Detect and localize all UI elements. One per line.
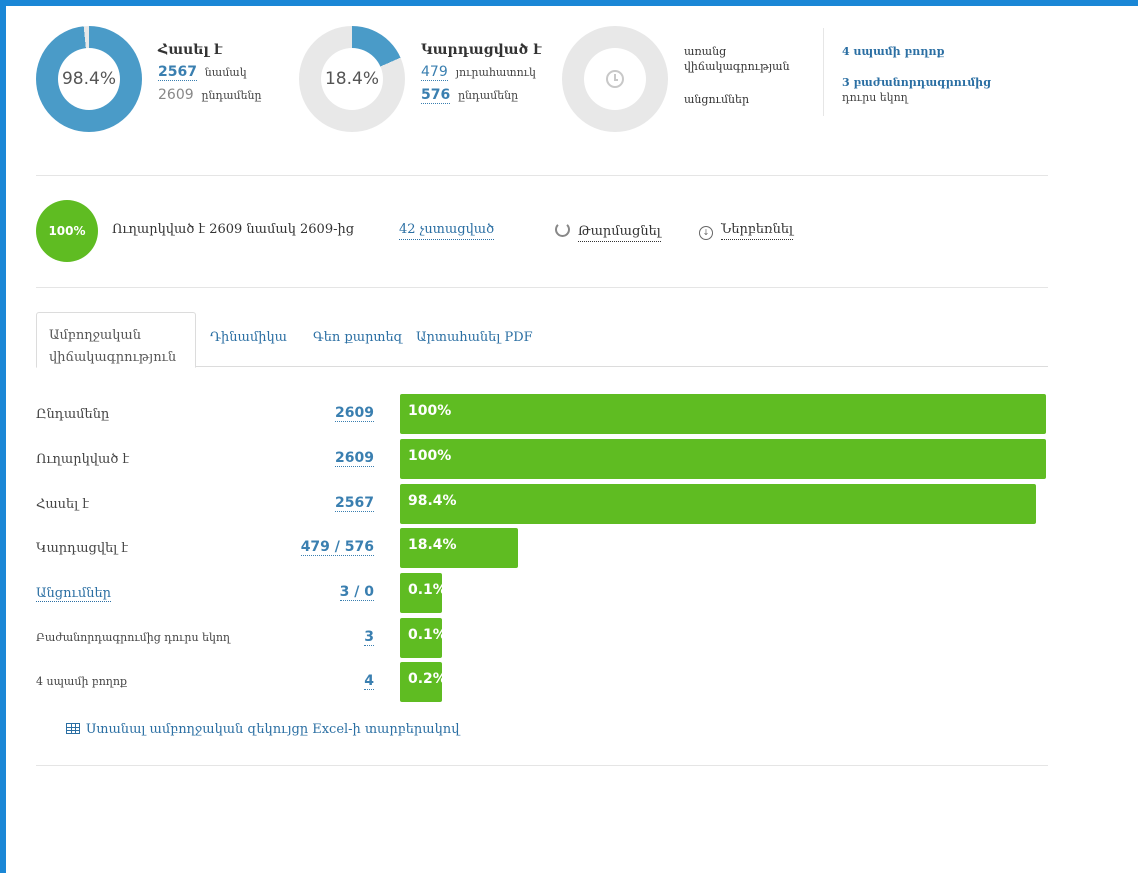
download-label[interactable]: Ներբեռնել — [721, 222, 793, 240]
download-icon: ↓ — [699, 226, 713, 240]
table-row-value-link[interactable]: 4 — [364, 673, 374, 690]
table-row-bar: 0.1% — [400, 618, 442, 658]
pending-label-line2: վիճակագրության — [684, 60, 790, 73]
opened-count-link[interactable]: 2567 — [158, 64, 197, 81]
read-stats: Կարդացված է 479 յուրահատուկ 576 ընդամենը — [421, 42, 542, 110]
not-received-link[interactable]: 42 չստացված — [399, 222, 495, 240]
table-row-label[interactable]: Անցումներ — [36, 586, 112, 602]
table-row-bar-label: 98.4% — [408, 493, 457, 509]
pending-stats: առանց վիճակագրության անցումներ — [684, 44, 790, 107]
table-row: Հասել է 2567 98.4% — [36, 484, 1048, 524]
table-row: Կարդացվել է 479 / 576 18.4% — [36, 528, 1048, 568]
read-unique-link[interactable]: 479 — [421, 64, 448, 81]
table-row-bar: 0.1% — [400, 573, 442, 613]
download-button[interactable]: ↓ Ներբեռնել — [699, 222, 793, 240]
divider-bottom — [36, 765, 1048, 766]
table-row-label: Բաժանորդագրումից դուրս եկող — [36, 631, 231, 644]
table-row-label: Կարդացվել է — [36, 541, 128, 556]
tab-dynamics[interactable]: Դինամիկա — [210, 330, 287, 345]
divider-middle — [36, 287, 1048, 288]
opened-donut-chart: 98.4% — [36, 26, 142, 132]
opened-title: Հասել է — [158, 42, 223, 58]
table-row-value-link[interactable]: 2609 — [335, 405, 374, 422]
window-frame-top — [0, 0, 1138, 6]
divider-top — [36, 175, 1048, 176]
refresh-button[interactable]: Թարմացնել — [555, 222, 661, 242]
sent-status-text: Ուղարկված է 2609 նամակ 2609-ից — [112, 222, 355, 237]
table-row-value-link[interactable]: 3 / 0 — [339, 584, 374, 601]
table-icon — [66, 723, 80, 734]
table-row-value-link[interactable]: 2567 — [335, 495, 374, 512]
pending-donut-chart — [562, 26, 668, 132]
pending-label-line3: անցումներ — [684, 93, 750, 106]
stats-divider — [823, 28, 824, 116]
unsubscribed-sub-label: դուրս եկող — [842, 91, 908, 104]
read-donut-percent: 18.4% — [321, 48, 383, 110]
not-received-link-label[interactable]: 42 չստացված — [399, 222, 495, 240]
tab-export-pdf[interactable]: Արտահանել PDF — [416, 330, 533, 345]
opened-total-value: 2609 — [158, 87, 194, 103]
window-frame-left — [0, 0, 6, 873]
table-row-bar: 0.2% — [400, 662, 442, 702]
table-row: 4 սպամի բողոք 4 0.2% — [36, 662, 1048, 702]
pending-label-line1: առանց — [684, 45, 727, 58]
table-row-value-link[interactable]: 3 — [364, 629, 374, 646]
table-row-bar-label: 0.1% — [408, 627, 442, 643]
table-row: Բաժանորդագրումից դուրս եկող 3 0.1% — [36, 618, 1048, 658]
opened-line2: 2609 ընդամենը — [158, 87, 262, 104]
read-total-label: ընդամենը — [458, 89, 519, 102]
read-total-link[interactable]: 576 — [421, 87, 451, 104]
table-row-bar: 100% — [400, 439, 1046, 479]
tab-full-statistics-line1: Ամբողջական — [49, 328, 142, 343]
refresh-icon — [555, 222, 570, 237]
tab-full-statistics[interactable]: Ամբողջական վիճակագրություն — [36, 312, 196, 368]
table-row-bar: 98.4% — [400, 484, 1036, 524]
tab-geo-map[interactable]: Գեո քարտեզ — [313, 330, 403, 345]
read-line1: 479 յուրահատուկ — [421, 64, 542, 81]
clock-icon — [606, 70, 624, 88]
tab-full-statistics-line2: վիճակագրություն — [49, 350, 177, 365]
opened-total-label: ընդամենը — [201, 89, 262, 102]
pending-donut-center — [584, 48, 646, 110]
table-row-label: Ընդամենը — [36, 407, 110, 422]
table-row-label: 4 սպամի բողոք — [36, 675, 127, 688]
table-row-bar-label: 18.4% — [408, 537, 457, 553]
table-row-label: Հասել է — [36, 497, 89, 512]
read-unique-label: յուրահատուկ — [455, 66, 536, 79]
table-row: Անցումներ 3 / 0 0.1% — [36, 573, 1048, 613]
table-row-bar-label: 0.2% — [408, 671, 442, 687]
opened-stats: Հասել է 2567 նամակ 2609 ընդամենը — [158, 42, 262, 110]
spam-complaints-link[interactable]: 4 սպամի բողոք — [842, 44, 991, 59]
opened-donut-percent: 98.4% — [58, 48, 120, 110]
table-row-bar: 100% — [400, 394, 1046, 434]
table-row-bar-label: 100% — [408, 448, 452, 464]
table-row-label: Ուղարկված է — [36, 452, 130, 467]
excel-report-link[interactable]: Ստանալ ամբողջական զեկույցը Excel-ի տարբե… — [66, 722, 459, 737]
read-donut-chart: 18.4% — [299, 26, 405, 132]
refresh-label[interactable]: Թարմացնել — [578, 224, 661, 242]
table-row-value-link[interactable]: 2609 — [335, 450, 374, 467]
table-row-value-link[interactable]: 479 / 576 — [300, 539, 374, 556]
excel-report-label[interactable]: Ստանալ ամբողջական զեկույցը Excel-ի տարբե… — [86, 722, 459, 737]
sent-progress-circle: 100% — [36, 200, 98, 262]
opened-line1: 2567 նամակ — [158, 64, 262, 81]
read-title: Կարդացված է — [421, 42, 542, 58]
table-row: Ուղարկված է 2609 100% — [36, 439, 1048, 479]
table-row-bar-label: 0.1% — [408, 582, 442, 598]
side-links: 4 սպամի բողոք 3 բաժանորդագրումից դուրս ե… — [842, 44, 991, 105]
read-line2: 576 ընդամենը — [421, 87, 542, 104]
table-row-bar: 18.4% — [400, 528, 518, 568]
opened-count-label: նամակ — [204, 66, 247, 79]
table-row-bar-label: 100% — [408, 403, 452, 419]
table-row: Ընդամենը 2609 100% — [36, 394, 1048, 434]
unsubscribed-link[interactable]: 3 բաժանորդագրումից — [842, 75, 991, 90]
